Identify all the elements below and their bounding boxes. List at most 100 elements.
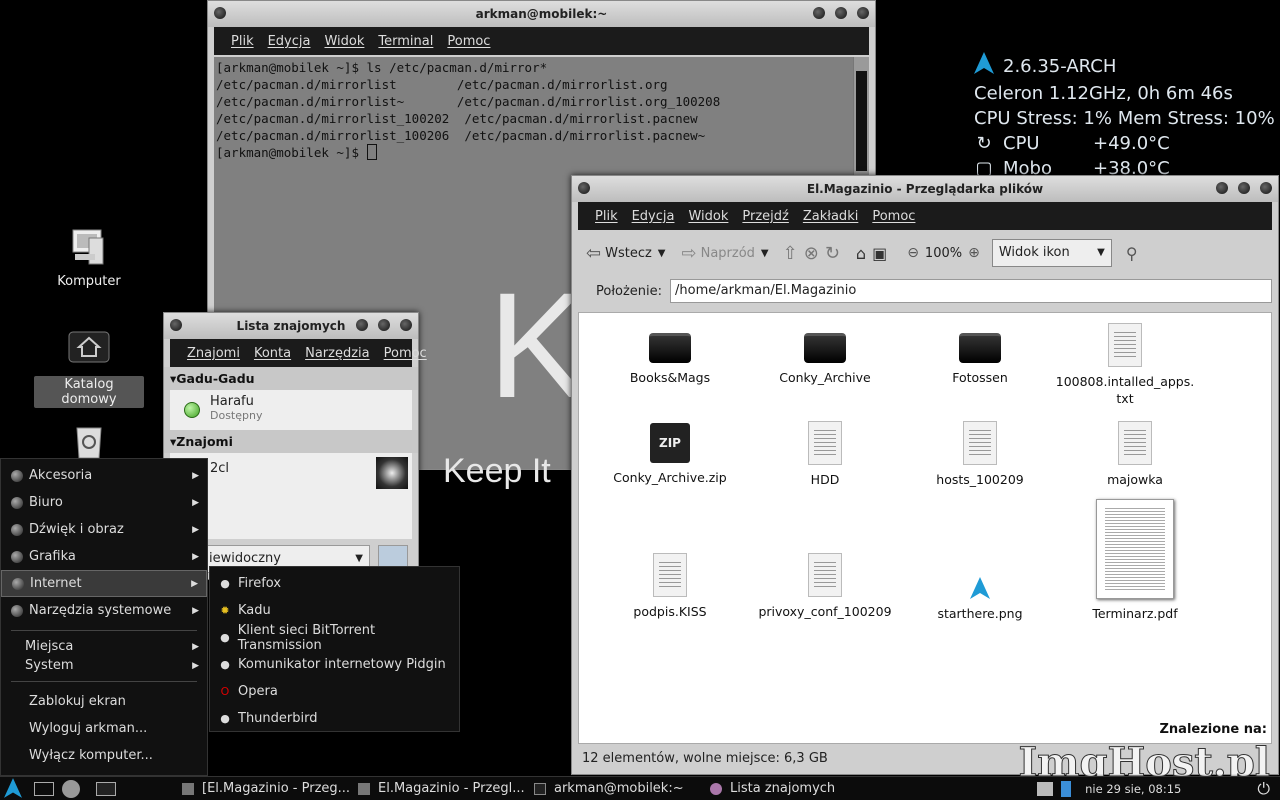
fm-titlebar[interactable]: El.Magazinio - Przeglądarka plików [572,176,1278,202]
file-item[interactable]: Conky_Archive [750,333,900,386]
forward-history-icon[interactable]: ▼ [761,248,769,259]
maximize-button[interactable] [835,7,847,19]
desktop-computer[interactable]: Komputer [34,224,144,289]
desktop-home[interactable]: Katalog domowy [34,326,144,408]
menu-zakladki[interactable]: Zakładki [796,209,865,224]
browser-launcher-icon[interactable] [62,779,80,798]
close-button[interactable] [1260,182,1272,194]
up-icon[interactable]: ⇧ [783,243,798,264]
system-tools-icon [11,604,23,617]
maximize-button[interactable] [1238,182,1250,194]
file-name: Conky_Archive.zip [613,470,727,485]
scrollbar-thumb[interactable] [856,71,867,171]
minimize-button[interactable] [1216,182,1228,194]
task-button[interactable]: arkman@mobilek:~ [528,777,704,800]
menu-system[interactable]: System ▶ [1,656,207,675]
menu-edycja[interactable]: Edycja [261,34,318,49]
view-mode-select[interactable]: Widok ikon ▼ [991,239,1112,267]
network-icon[interactable] [1037,781,1054,796]
reload-icon[interactable]: ↻ [825,243,840,264]
menu-pomoc[interactable]: Pomoc [377,346,434,361]
group-znajomi[interactable]: Znajomi [164,430,418,453]
menu-plik[interactable]: Plik [224,34,261,49]
menu-pomoc[interactable]: Pomoc [440,34,497,49]
search-icon[interactable]: ⚲ [1126,244,1138,263]
home-icon[interactable]: ⌂ [856,244,866,263]
menu-kadu[interactable]: ✹ Kadu [210,597,459,624]
contact-harafu[interactable]: Harafu Dostępny [170,390,412,430]
task-button[interactable]: Lista znajomych [704,777,880,800]
file-item[interactable]: ZIP Conky_Archive.zip [595,423,745,486]
clock[interactable]: nie 29 sie, 08:15 [1085,782,1181,796]
file-item[interactable]: Fotossen [905,333,1055,386]
group-gadu-gadu[interactable]: Gadu-Gadu [164,367,418,390]
menu-system-tools[interactable]: Narzędzia systemowe ▶ [1,597,207,624]
close-button[interactable] [400,319,412,331]
file-item[interactable]: starthere.png [905,577,1055,622]
menu-narzedzia[interactable]: Narzędzia [298,346,377,361]
menu-plik[interactable]: Plik [588,209,625,224]
terminal-launcher-icon[interactable] [96,781,116,796]
menu-lock-screen[interactable]: Zablokuj ekran [1,688,207,715]
maximize-button[interactable] [378,319,390,331]
window-menu-button[interactable] [214,7,226,19]
file-item[interactable]: HDD [750,421,900,488]
back-button[interactable]: ⇦ Wstecz [586,243,652,264]
menu-konta[interactable]: Konta [247,346,298,361]
menu-places[interactable]: Miejsca ▶ [1,637,207,656]
zoom-out-icon[interactable]: ⊖ [907,245,919,261]
terminal-titlebar[interactable]: arkman@mobilek:~ [208,1,875,27]
menu-widok[interactable]: Widok [317,34,371,49]
window-menu-button[interactable] [170,319,182,331]
forward-button[interactable]: ⇨ Naprzód [682,243,755,264]
menu-firefox[interactable]: ● Firefox [210,570,459,597]
menu-przejdz[interactable]: Przejdź [735,209,795,224]
file-item[interactable]: majowka [1060,421,1210,488]
minimize-button[interactable] [813,7,825,19]
file-item[interactable]: 100808.intalled_apps. txt [1050,323,1200,407]
zoom-level[interactable]: 100% [925,246,962,261]
menu-accessories[interactable]: Akcesoria ▶ [1,462,207,489]
menu-office[interactable]: Biuro ▶ [1,489,207,516]
menu-shutdown[interactable]: Wyłącz komputer... [1,742,207,769]
file-name: Books&Mags [629,370,711,385]
menu-graphics[interactable]: Grafika ▶ [1,543,207,570]
file-item[interactable]: Books&Mags [595,333,745,386]
contacts-titlebar[interactable]: Lista znajomych [164,313,418,339]
minimize-button[interactable] [356,319,368,331]
file-manager-window[interactable]: El.Magazinio - Przeglądarka plików Plik … [571,175,1279,775]
file-item[interactable]: podpis.KISS [595,553,745,620]
arch-menu-button[interactable] [4,777,26,800]
task-button[interactable]: [El.Magazinio - Przeg... [176,777,352,800]
battery-icon[interactable] [1061,780,1072,797]
menu-znajomi[interactable]: Znajomi [180,346,247,361]
location-input[interactable]: /home/arkman/El.Magazinio [670,279,1272,303]
menu-pidgin[interactable]: ● Komunikator internetowy Pidgin [210,651,459,678]
menu-terminal[interactable]: Terminal [371,34,440,49]
menu-pomoc[interactable]: Pomoc [865,209,922,224]
menu-logout[interactable]: Wyloguj arkman... [1,715,207,742]
menu-multimedia[interactable]: Dźwięk i obraz ▶ [1,516,207,543]
menu-opera[interactable]: O Opera [210,678,459,705]
close-button[interactable] [857,7,869,19]
show-desktop-icon[interactable] [34,781,54,796]
file-item[interactable]: privoxy_conf_100209 [750,553,900,620]
menu-transmission[interactable]: ● Klient sieci BitTorrent Transmission [210,623,459,653]
window-menu-button[interactable] [578,182,590,194]
menu-thunderbird[interactable]: ● Thunderbird [210,705,459,732]
file-item[interactable]: hosts_100209 [905,421,1055,488]
power-icon[interactable]: ⏻ [1257,779,1270,799]
office-icon [11,496,23,509]
task-button[interactable]: El.Magazinio - Przegl... [352,777,528,800]
menu-edycja[interactable]: Edycja [625,209,682,224]
menu-widok[interactable]: Widok [681,209,735,224]
stop-icon[interactable]: ⊗ [804,243,819,264]
file-name: Terminarz.pdf [1092,606,1178,621]
zoom-in-icon[interactable]: ⊕ [968,245,980,261]
file-item[interactable]: Terminarz.pdf [1060,499,1210,622]
graphics-icon [11,550,23,563]
back-history-icon[interactable]: ▼ [658,248,666,259]
computer-icon[interactable]: ▣ [872,244,887,263]
file-view[interactable]: Books&Mags Conky_Archive Fotossen 100808… [578,312,1272,744]
menu-internet[interactable]: Internet ▶ [1,570,207,597]
